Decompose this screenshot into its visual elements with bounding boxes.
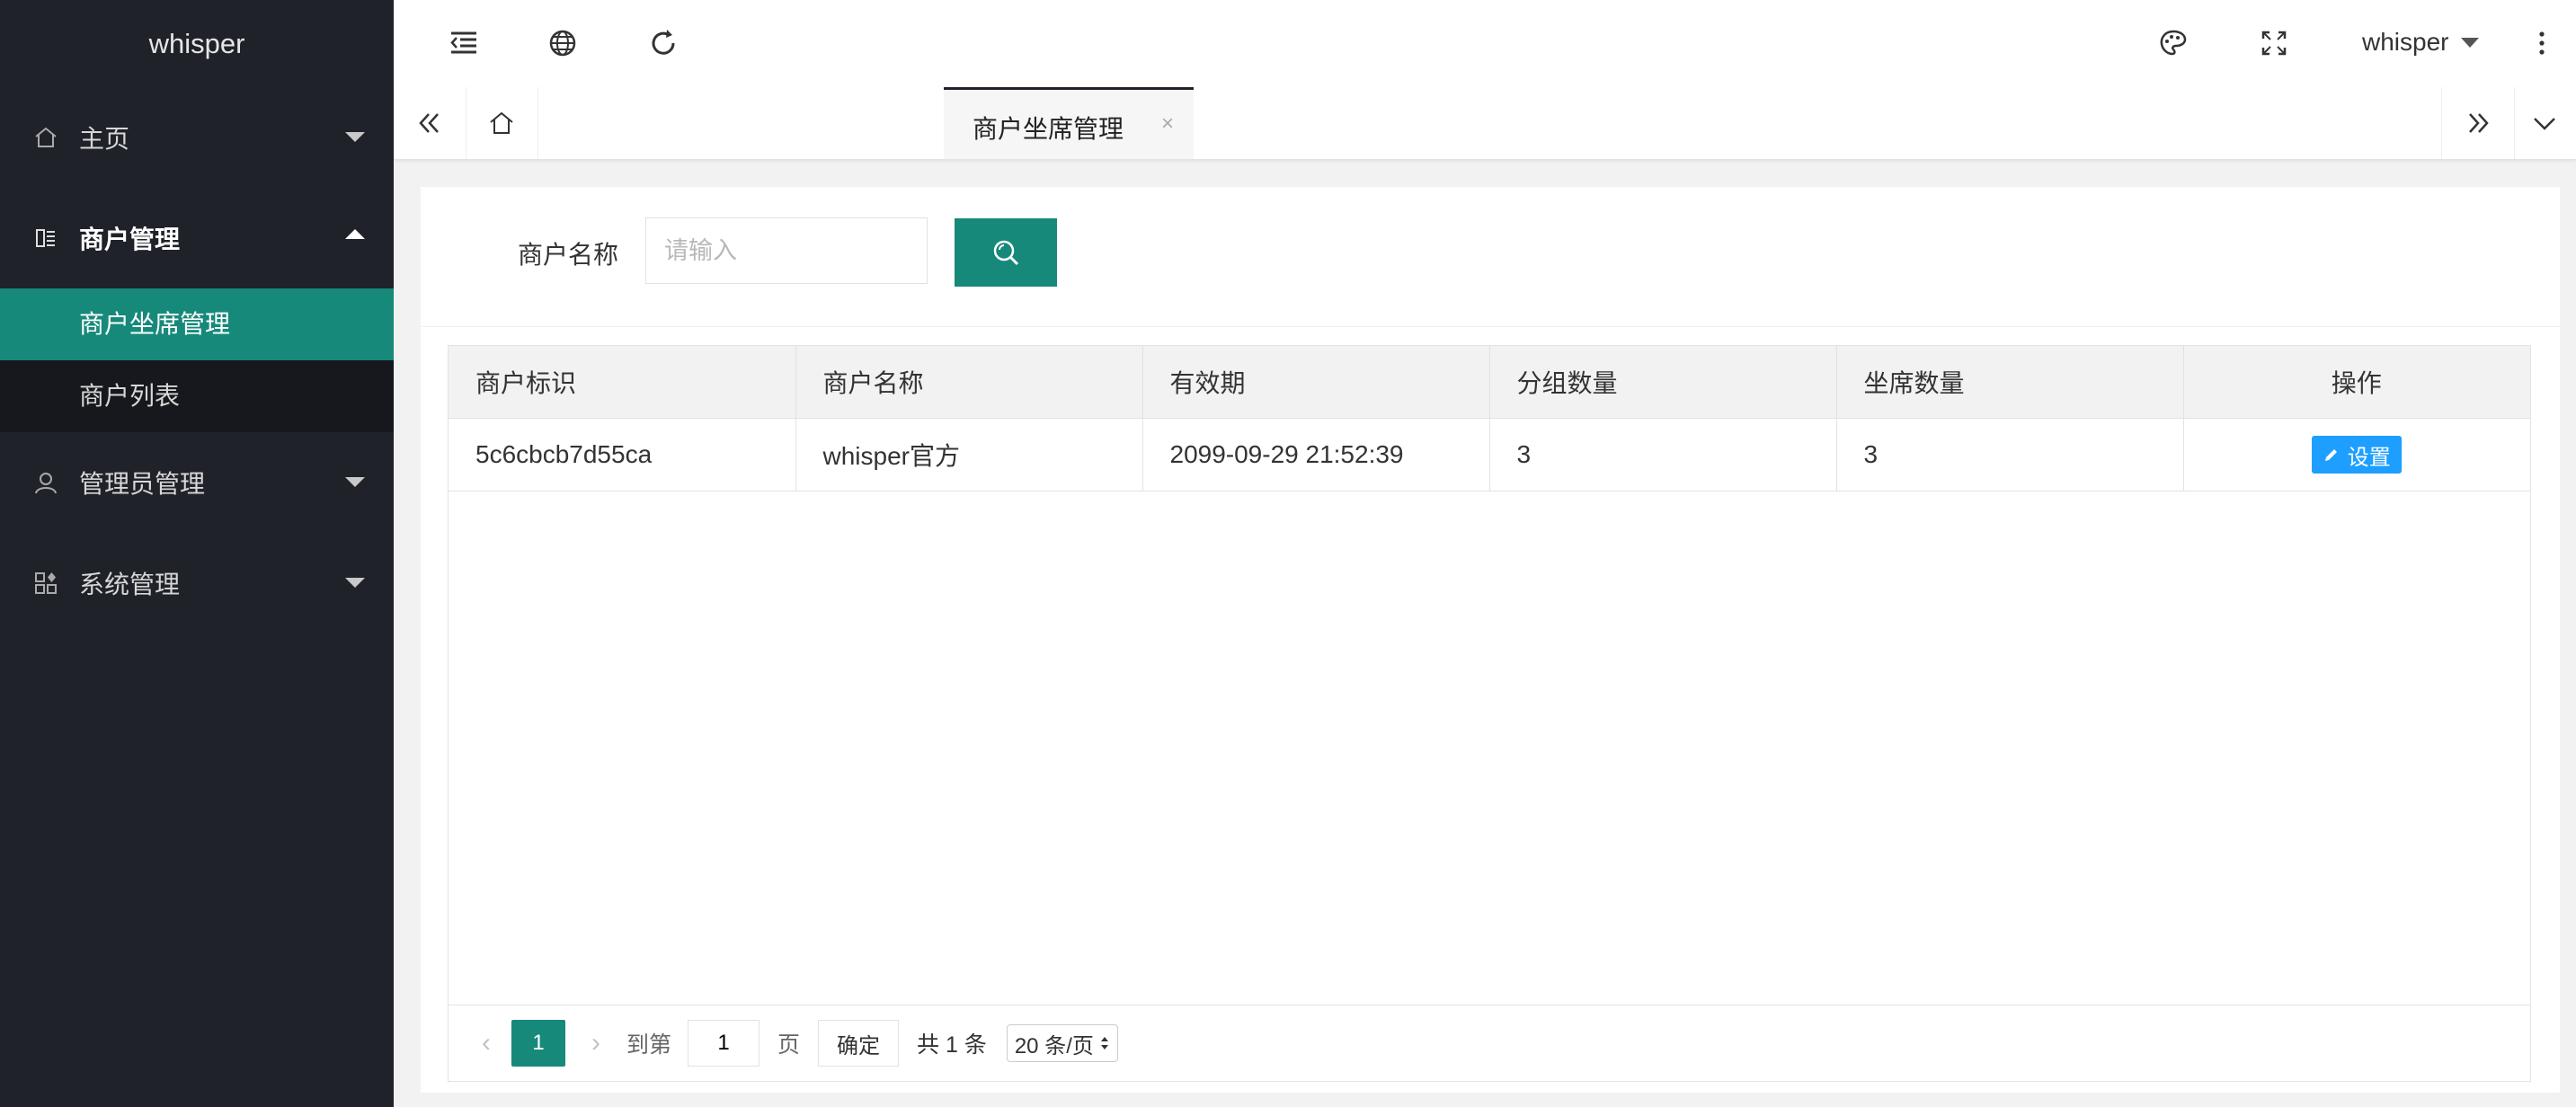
prev-page-icon[interactable]: ‹	[468, 1028, 504, 1058]
cell-merchant-name: whisper官方	[795, 418, 1143, 492]
cell-actions: 设置	[2183, 418, 2530, 492]
cell-group-count: 3	[1489, 418, 1837, 492]
page-size-select[interactable]: 20 条/页	[1006, 1024, 1118, 1062]
column-header-merchant-name[interactable]: 商户名称	[795, 346, 1143, 419]
page-unit-label: 页	[777, 1032, 801, 1058]
merchant-icon	[32, 225, 59, 252]
chevron-down-icon	[345, 132, 365, 142]
column-header-actions: 操作	[2183, 346, 2530, 419]
tab-bar: 商户坐席管理 ×	[394, 87, 2576, 160]
column-header-merchant-id[interactable]: 商户标识	[449, 346, 796, 419]
cell-merchant-id: 5c6cbcb7d55ca	[449, 418, 796, 492]
sidebar-item-label: 管理员管理	[79, 470, 206, 498]
column-header-seat-count[interactable]: 坐席数量	[1836, 346, 2184, 419]
merchant-seat-table: 商户标识 商户名称 有效期 分组数量 坐席数量 操作 5c6cbcb7d55ca…	[448, 345, 2531, 1082]
settings-button-label: 设置	[2347, 445, 2391, 470]
chevron-down-icon	[345, 578, 365, 588]
table-header-row: 商户标识 商户名称 有效期 分组数量 坐席数量 操作	[449, 346, 2530, 419]
sidebar-item-merchant-seat-management[interactable]: 商户坐席管理	[0, 288, 394, 360]
sidebar-item-label: 系统管理	[79, 571, 181, 598]
merchant-submenu: 商户坐席管理 商户列表	[0, 288, 394, 432]
cell-seat-count: 3	[1836, 418, 2184, 492]
goto-confirm-button[interactable]: 确定	[818, 1020, 900, 1067]
search-form: 商户名称	[421, 187, 2560, 327]
cell-expiry: 2099-09-29 21:52:39	[1142, 418, 1490, 492]
more-vertical-icon[interactable]	[2526, 27, 2558, 59]
globe-icon[interactable]	[546, 27, 579, 59]
double-chevron-right-icon	[2469, 113, 2489, 133]
search-icon	[993, 240, 1019, 266]
tab-label: 商户坐席管理	[973, 115, 1124, 143]
admin-user-icon	[32, 469, 59, 496]
edit-pencil-icon	[2324, 449, 2337, 461]
table-row[interactable]: 5c6cbcb7d55ca whisper官方 2099-09-29 21:52…	[449, 418, 2530, 492]
sidebar-item-admin-management[interactable]: 管理员管理	[0, 432, 394, 533]
tab-scroll-left-button[interactable]	[394, 87, 466, 159]
merchant-name-input[interactable]	[645, 217, 928, 284]
double-chevron-left-icon	[419, 113, 439, 133]
select-updown-icon	[1100, 1037, 1108, 1049]
chevron-up-icon	[345, 229, 365, 239]
home-icon	[32, 124, 59, 151]
chevron-down-icon	[345, 477, 365, 487]
page-number-current[interactable]: 1	[511, 1020, 565, 1067]
content-card: 商户名称 商户标识 商户名称 有效期 分组数量 坐席数量 操作 5c6cbcb7…	[421, 187, 2560, 1093]
fullscreen-icon[interactable]	[2258, 27, 2290, 59]
app-logo: whisper	[0, 0, 394, 87]
sidebar-item-system-management[interactable]: 系统管理	[0, 533, 394, 633]
chevron-down-icon[interactable]	[2461, 38, 2479, 48]
sidebar-item-merchant-management[interactable]: 商户管理	[0, 188, 394, 288]
next-page-icon[interactable]: ›	[578, 1028, 614, 1058]
refresh-icon[interactable]	[647, 27, 680, 59]
sidebar-item-home[interactable]: 主页	[0, 87, 394, 188]
sidebar-item-label: 商户管理	[79, 226, 181, 253]
home-icon	[490, 111, 513, 134]
column-header-group-count[interactable]: 分组数量	[1489, 346, 1837, 419]
goto-page-label: 到第	[626, 1032, 672, 1058]
system-grid-icon	[32, 570, 59, 597]
chevron-down-icon	[2534, 118, 2555, 130]
pagination: ‹ 1 › 到第 页 确定 共 1 条 20 条/页	[449, 1005, 2530, 1081]
tab-home[interactable]	[466, 87, 538, 159]
sidebar-item-merchant-list[interactable]: 商户列表	[0, 360, 394, 432]
goto-page-input[interactable]	[688, 1020, 760, 1067]
menu-collapse-icon[interactable]	[448, 27, 480, 59]
tab-options-dropdown[interactable]	[2513, 87, 2576, 159]
total-count: 共 1 条	[917, 1032, 987, 1058]
theme-palette-icon[interactable]	[2157, 27, 2190, 59]
sidebar-item-label: 主页	[79, 125, 130, 153]
sidebar: whisper 主页 商户管理 商户坐席管理 商户列表 管理员管理 系统管理	[0, 0, 394, 1107]
close-icon[interactable]: ×	[1161, 111, 1174, 137]
user-menu-name[interactable]: whisper	[2362, 28, 2448, 57]
top-header: whisper	[394, 0, 2576, 88]
column-header-expiry[interactable]: 有效期	[1142, 346, 1490, 419]
tab-scroll-right-button[interactable]	[2441, 87, 2515, 159]
merchant-name-label: 商户名称	[518, 241, 619, 269]
settings-button[interactable]: 设置	[2311, 436, 2402, 474]
search-button[interactable]	[955, 218, 1057, 287]
tab-merchant-seat-management[interactable]: 商户坐席管理 ×	[944, 87, 1194, 159]
page-size-value: 20 条/页	[1014, 1033, 1094, 1058]
